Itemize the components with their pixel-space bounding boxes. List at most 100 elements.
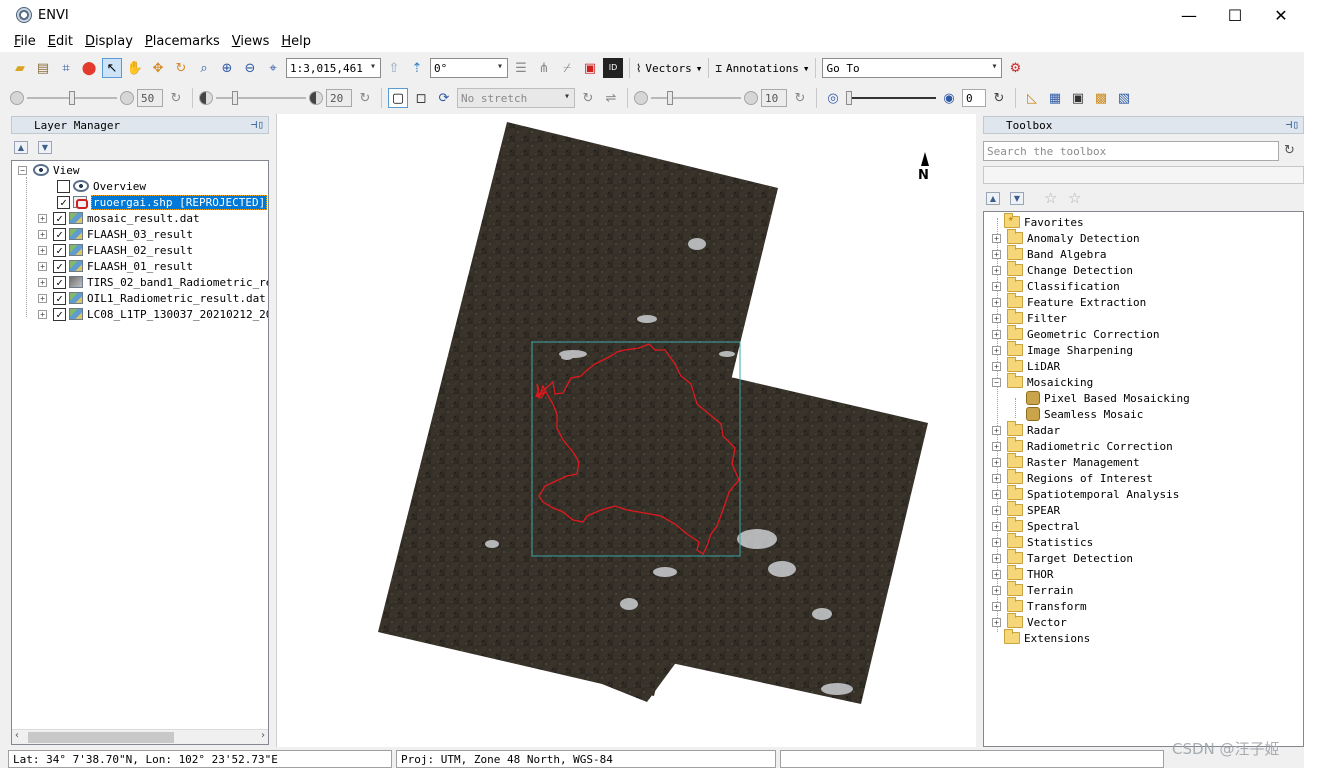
layer-item[interactable]: Overview xyxy=(57,178,146,194)
minimize-button[interactable]: — xyxy=(1166,0,1212,30)
layer-item[interactable]: + ✓ FLAASH_01_result xyxy=(38,258,193,274)
map-view[interactable]: N xyxy=(276,114,976,747)
histogram-icon[interactable]: ▦ xyxy=(1045,88,1065,108)
stretch-options-icon[interactable]: ⇌ xyxy=(601,88,621,108)
toolbox-tool[interactable]: Seamless Mosaic xyxy=(1026,406,1143,422)
toolbox-item[interactable]: + Feature Extraction xyxy=(992,293,1146,310)
select-arrow-icon[interactable]: ↖ xyxy=(102,58,122,78)
toolbox-item[interactable]: + Vector xyxy=(992,613,1067,630)
placemark-icon[interactable]: ⬤ xyxy=(79,58,99,78)
layer-checkbox[interactable]: ✓ xyxy=(53,211,66,225)
cursor-value-icon[interactable]: ☰ xyxy=(511,58,531,78)
rotate-icon[interactable]: ↻ xyxy=(171,58,191,78)
rotation-combo[interactable]: 0° ▾ xyxy=(430,58,508,78)
expand-icon[interactable]: + xyxy=(38,245,47,255)
goto-combo[interactable]: Go To ▾ xyxy=(822,58,1003,78)
toolbox-item[interactable]: + Radiometric Correction xyxy=(992,437,1173,454)
sharpen-slider[interactable] xyxy=(651,88,741,108)
expand-icon[interactable]: + xyxy=(992,345,1001,355)
toolbox-item[interactable]: + Spectral xyxy=(992,517,1080,534)
toolbox-item[interactable]: + Band Algebra xyxy=(992,245,1106,262)
fly-icon[interactable]: ✥ xyxy=(148,58,168,78)
stretch-extent-icon[interactable]: ◻ xyxy=(411,88,431,108)
zoom-full-icon[interactable]: ⌖ xyxy=(263,58,283,78)
zoom-in-icon[interactable]: ⊕ xyxy=(217,58,237,78)
layer-item[interactable]: + ✓ OIL1_Radiometric_result.dat xyxy=(38,290,266,306)
expand-icon[interactable]: + xyxy=(38,277,47,287)
maximize-button[interactable]: ☐ xyxy=(1212,0,1258,30)
layer-checkbox[interactable]: ✓ xyxy=(53,227,66,241)
toolbox-item[interactable]: + Classification xyxy=(992,277,1120,294)
expand-icon[interactable]: + xyxy=(992,249,1001,259)
crop-icon[interactable]: ⌗ xyxy=(56,58,76,78)
expand-icon[interactable]: + xyxy=(992,425,1001,435)
expand-icon[interactable]: + xyxy=(38,229,47,239)
expand-icon[interactable]: + xyxy=(992,569,1001,579)
transparency-reset-icon[interactable]: ↻ xyxy=(989,88,1009,108)
id-icon[interactable]: ID xyxy=(603,58,623,78)
sharpen-reset-icon[interactable]: ↻ xyxy=(790,88,810,108)
layer-checkbox[interactable]: ✓ xyxy=(53,243,66,257)
blend-icon[interactable]: ▩ xyxy=(1091,88,1111,108)
remove-favorite-star-icon[interactable]: ☆ xyxy=(1068,189,1081,207)
search-refresh-icon[interactable]: ↻ xyxy=(1284,143,1295,158)
expand-icon[interactable]: + xyxy=(38,309,47,319)
toolbox-item[interactable]: + Transform xyxy=(992,597,1087,614)
collapse-icon[interactable]: − xyxy=(992,377,1001,387)
contrast-slider[interactable] xyxy=(216,88,306,108)
swipe-icon[interactable]: ▧ xyxy=(1114,88,1134,108)
toolbox-item[interactable]: + Geometric Correction xyxy=(992,325,1159,342)
collapse-all-icon[interactable]: ▲ xyxy=(14,141,28,154)
layer-item[interactable]: + ✓ TIRS_02_band1_Radiometric_resu xyxy=(38,274,268,290)
toolbox-tool[interactable]: Pixel Based Mosaicking xyxy=(1026,390,1190,406)
goto-settings-icon[interactable]: ⚙ xyxy=(1005,58,1025,78)
measure-icon[interactable]: ⌿ xyxy=(557,58,577,78)
pin-icon[interactable]: ⊣▯ xyxy=(1286,118,1299,131)
expand-icon[interactable]: + xyxy=(992,441,1001,451)
layer-item-selected[interactable]: ✓ ruoergai.shp [REPROJECTED] xyxy=(57,194,268,210)
expand-icon[interactable]: + xyxy=(38,213,47,223)
toolbox-item[interactable]: + Anomaly Detection xyxy=(992,229,1140,246)
expand-all-icon[interactable]: ▼ xyxy=(38,141,52,154)
layer-item[interactable]: + ✓ FLAASH_02_result xyxy=(38,242,193,258)
toolbox-search-input[interactable]: Search the toolbox xyxy=(983,141,1279,161)
expand-icon[interactable]: + xyxy=(992,505,1001,515)
expand-icon[interactable]: + xyxy=(992,265,1001,275)
scale-combo[interactable]: 1:3,015,461 ▾ xyxy=(286,58,381,78)
layer-checkbox[interactable]: ✓ xyxy=(53,291,66,305)
sharpen-value[interactable]: 10 xyxy=(761,89,787,107)
stretch-refresh-icon[interactable]: ⟳ xyxy=(434,88,454,108)
toolbox-item[interactable]: + Raster Management xyxy=(992,453,1140,470)
menu-edit[interactable]: Edit xyxy=(42,34,79,49)
expand-icon[interactable]: + xyxy=(992,521,1001,531)
collapse-all-icon[interactable]: ▲ xyxy=(986,192,1000,205)
zoom-icon[interactable]: ⌕ xyxy=(194,58,214,78)
brightness-value[interactable]: 50 xyxy=(137,89,163,107)
layer-checkbox[interactable]: ✓ xyxy=(53,275,66,289)
tree-view-root[interactable]: − View xyxy=(18,162,80,178)
expand-icon[interactable]: + xyxy=(992,617,1001,627)
toolbox-item[interactable]: + Image Sharpening xyxy=(992,341,1133,358)
expand-icon[interactable]: + xyxy=(992,473,1001,483)
crosshair-icon[interactable]: ⋔ xyxy=(534,58,554,78)
toolbox-item[interactable]: + Filter xyxy=(992,309,1067,326)
expand-icon[interactable]: + xyxy=(38,293,47,303)
expand-icon[interactable]: + xyxy=(992,281,1001,291)
toolbox-item-favorites[interactable]: Favorites xyxy=(1004,213,1084,230)
toolbox-item[interactable]: + Change Detection xyxy=(992,261,1133,278)
brightness-slider[interactable] xyxy=(27,88,117,108)
portal-icon[interactable]: ▣ xyxy=(1068,88,1088,108)
layer-checkbox[interactable] xyxy=(57,179,70,193)
pan-hand-icon[interactable]: ✋ xyxy=(125,58,145,78)
menu-placemarks[interactable]: Placemarks xyxy=(139,34,226,49)
expand-icon[interactable]: + xyxy=(992,297,1001,307)
pin-icon[interactable]: ⊣▯ xyxy=(251,118,264,131)
contrast-reset-icon[interactable]: ↻ xyxy=(355,88,375,108)
expand-icon[interactable]: + xyxy=(992,553,1001,563)
map-canvas[interactable]: N xyxy=(277,114,976,747)
stretch-combo[interactable]: No stretch ▾ xyxy=(457,88,575,108)
open-folder-icon[interactable]: ▰ xyxy=(10,58,30,78)
expand-all-icon[interactable]: ▼ xyxy=(1010,192,1024,205)
expand-icon[interactable]: + xyxy=(992,489,1001,499)
contrast-value[interactable]: 20 xyxy=(326,89,352,107)
